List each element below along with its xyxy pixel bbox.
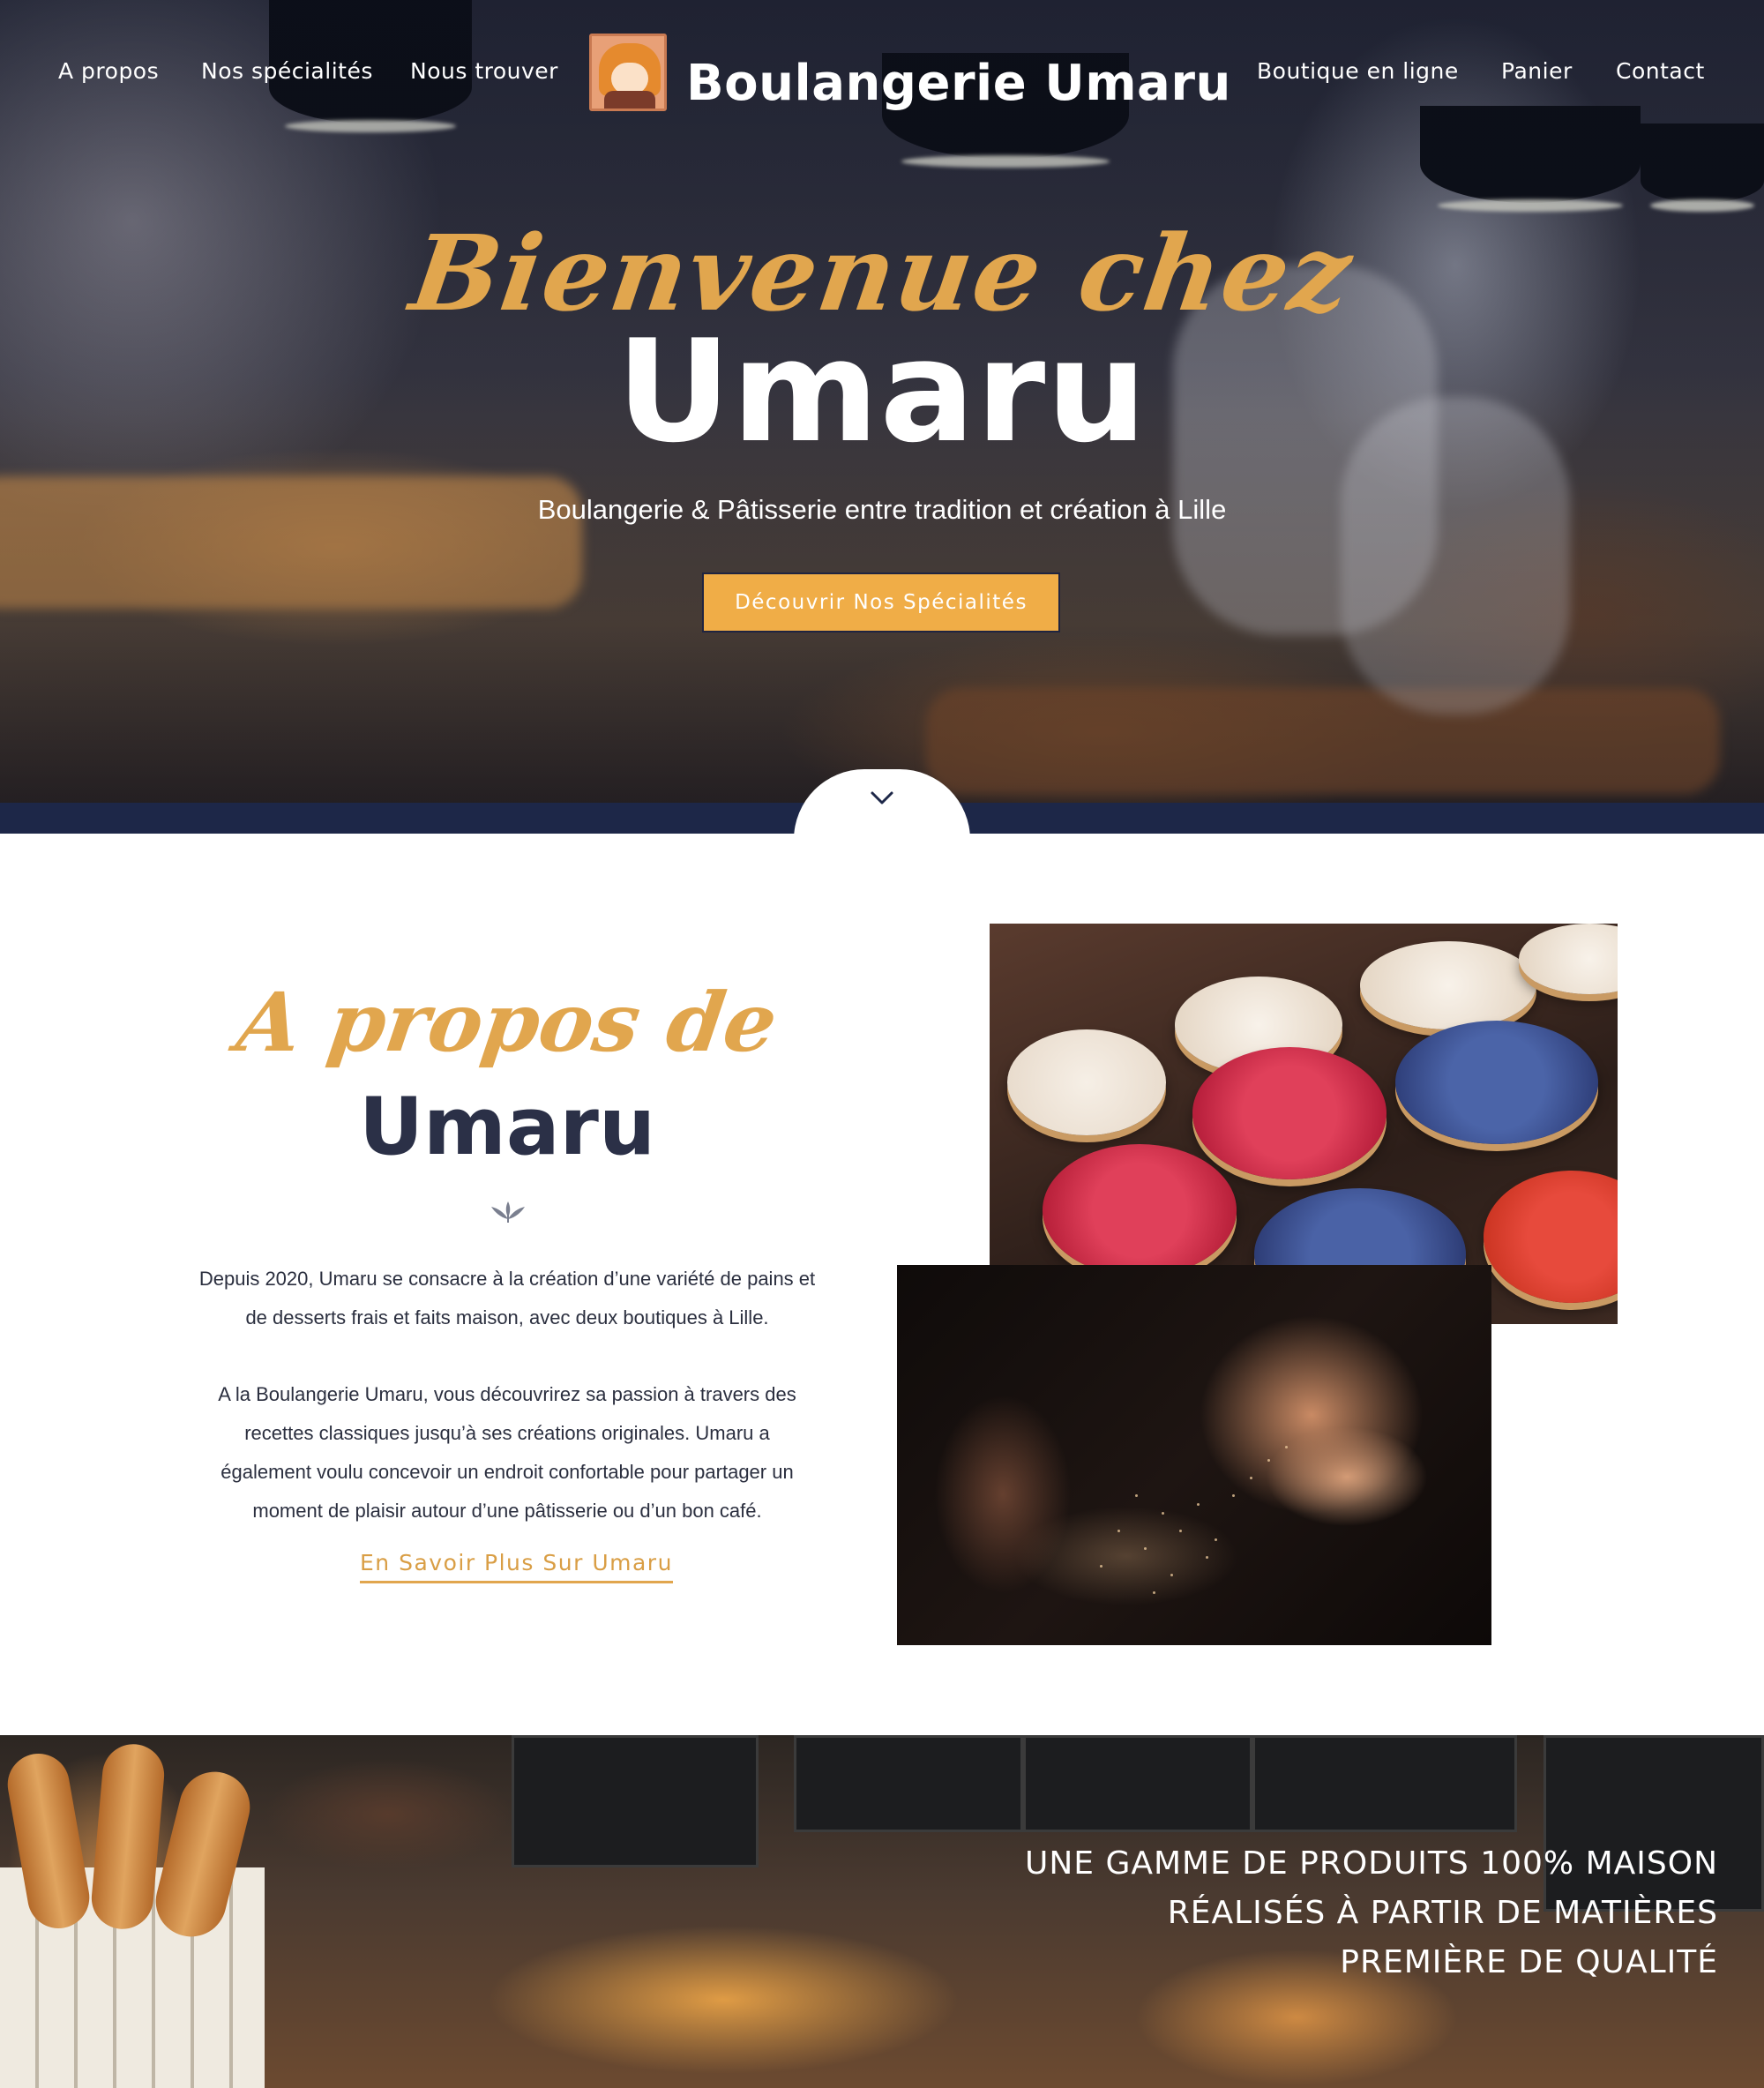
banner-line: UNE GAMME DE PRODUITS 100% MAISON [1024, 1845, 1718, 1882]
hero-section: A propos Nos spécialités Nous trouver Bo… [0, 0, 1764, 834]
chalkboard-image [512, 1735, 759, 1867]
nav-link-contact[interactable]: Contact [1616, 58, 1705, 84]
about-title: Umaru [358, 1081, 656, 1173]
about-paragraph: Depuis 2020, Umaru se consacre à la créa… [198, 1268, 816, 1328]
chalkboard-image [1252, 1735, 1517, 1832]
top-navigation: A propos Nos spécialités Nous trouver Bo… [0, 0, 1764, 150]
chevron-down-icon [871, 791, 893, 805]
nav-link-a-propos[interactable]: A propos [58, 58, 159, 84]
nav-link-boutique[interactable]: Boutique en ligne [1257, 58, 1459, 84]
about-script-heading: A propos de [231, 975, 783, 1070]
banner-line: PREMIÈRE DE QUALITÉ [1340, 1944, 1718, 1980]
hero-title: Umaru [616, 309, 1148, 474]
banner-tagline: UNE GAMME DE PRODUITS 100% MAISON RÉALIS… [1025, 1839, 1718, 1987]
tarts-photo [990, 924, 1618, 1324]
about-paragraph: A la Boulangerie Umaru, vous découvrirez… [218, 1383, 796, 1522]
logo-icon[interactable] [589, 34, 667, 111]
brand-name[interactable]: Boulangerie Umaru [686, 55, 1231, 112]
nav-link-nous-trouver[interactable]: Nous trouver [410, 58, 558, 84]
nav-link-panier[interactable]: Panier [1501, 58, 1573, 84]
banner-line: RÉALISÉS À PARTIR DE MATIÈRES [1167, 1895, 1718, 1931]
chalkboard-image [794, 1735, 1023, 1832]
leaf-ornament-icon [491, 1201, 525, 1223]
nav-link-specialites[interactable]: Nos spécialités [201, 58, 373, 84]
discover-specialties-button[interactable]: Découvrir Nos Spécialités [702, 573, 1060, 632]
flour-hands-photo [897, 1265, 1491, 1645]
chalkboard-image [1023, 1735, 1252, 1832]
learn-more-link[interactable]: En Savoir Plus Sur Umaru [360, 1550, 673, 1583]
hero-subtitle: Boulangerie & Pâtisserie entre tradition… [537, 494, 1227, 525]
